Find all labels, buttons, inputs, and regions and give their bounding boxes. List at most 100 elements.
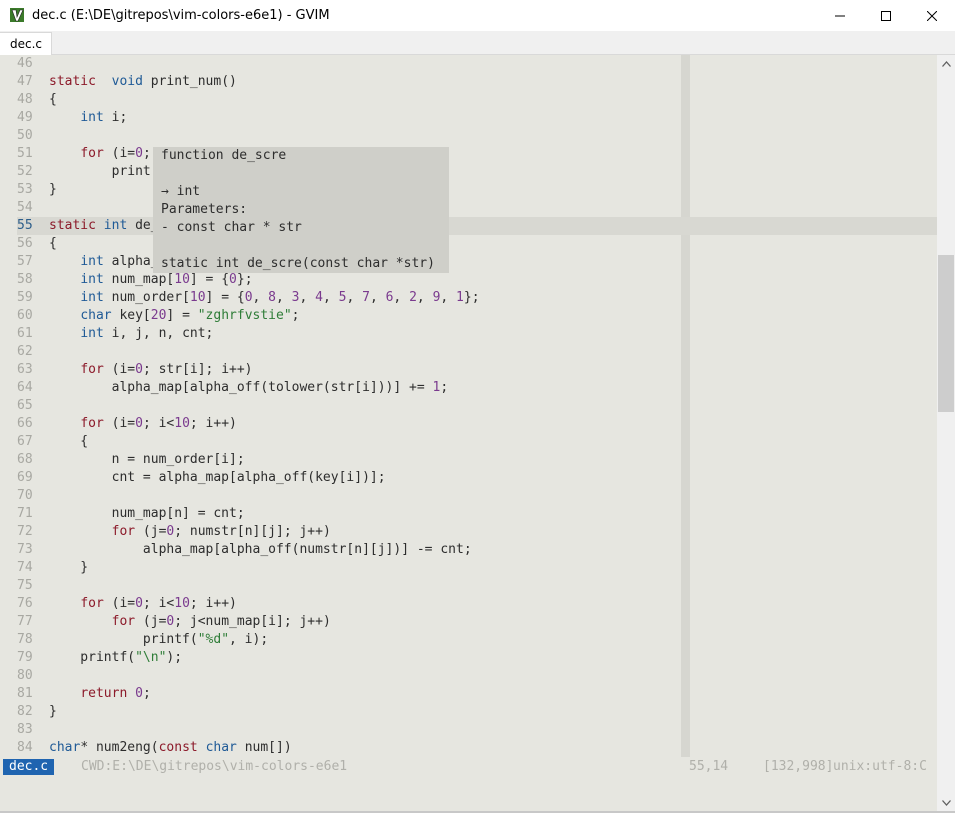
- code-line[interactable]: 69 cnt = alpha_map[alpha_off(key[i])];: [17, 469, 480, 487]
- code-token: ; i<: [142, 596, 175, 611]
- code-token: printf(: [49, 632, 198, 647]
- code-token: static: [49, 74, 96, 89]
- code-token: static: [49, 218, 96, 233]
- popup-line: [161, 165, 449, 183]
- line-number: 77: [17, 614, 33, 629]
- code-line[interactable]: 82}: [17, 703, 480, 721]
- popup-line: function de_scre: [161, 148, 287, 163]
- code-line[interactable]: 48 {: [17, 91, 480, 109]
- line-number: 56: [17, 236, 33, 251]
- code-token: {: [49, 92, 57, 107]
- code-token: i;: [103, 110, 128, 125]
- code-token: ,: [346, 290, 363, 305]
- code-line[interactable]: 60 char key[20] = "zghrfvstie";: [17, 307, 480, 325]
- code-line[interactable]: 78 printf("%d", i);: [17, 631, 480, 649]
- code-line[interactable]: 47 static void print_num(): [17, 73, 480, 91]
- code-token: alpha_map[alpha_off(numstr[n][j])] -= cn…: [49, 542, 472, 557]
- code-line[interactable]: 68 n = num_order[i];: [17, 451, 480, 469]
- scroll-thumb[interactable]: [938, 255, 954, 412]
- code-token: ,: [416, 290, 433, 305]
- code-line[interactable]: 66 for (i=0; i<10; i++): [17, 415, 480, 433]
- code-token: return: [80, 686, 128, 701]
- code-line[interactable]: 83: [17, 721, 480, 739]
- line-number: 66: [17, 416, 33, 431]
- popup-line: static int de_scre(const char *str): [161, 256, 435, 271]
- code-token: const: [158, 740, 198, 755]
- code-token: 0: [135, 596, 143, 611]
- line-number: 64: [17, 380, 33, 395]
- title-bar: dec.c (E:\DE\gitrepos\vim-colors-e6e1) -…: [0, 0, 955, 31]
- vertical-scrollbar[interactable]: [937, 55, 955, 812]
- code-token: ,: [393, 290, 410, 305]
- popup-line: Parameters:: [161, 202, 248, 217]
- minimize-button[interactable]: [817, 0, 863, 31]
- code-line[interactable]: 73 alpha_map[alpha_off(numstr[n][j])] -=…: [17, 541, 480, 559]
- code-token: print: [49, 164, 151, 179]
- code-token: (j=: [135, 524, 167, 539]
- code-line[interactable]: 71 num_map[n] = cnt;: [17, 505, 480, 523]
- code-line[interactable]: 50: [17, 127, 480, 145]
- code-line[interactable]: 81 return 0;: [17, 685, 480, 703]
- line-number: 46: [17, 56, 33, 71]
- code-token: 1: [456, 290, 464, 305]
- close-icon: [927, 10, 937, 21]
- line-number: 69: [17, 470, 33, 485]
- code-line[interactable]: 64 alpha_map[alpha_off(tolower(str[i]))]…: [17, 379, 480, 397]
- code-line[interactable]: 72 for (j=0; numstr[n][j]; j++): [17, 523, 480, 541]
- code-line[interactable]: 65: [17, 397, 480, 415]
- line-number: 53: [17, 182, 33, 197]
- code-token: num_map[n] = cnt;: [49, 506, 245, 521]
- line-number: 80: [17, 668, 33, 683]
- code-line[interactable]: 80: [17, 667, 480, 685]
- code-token: "%d": [197, 632, 230, 647]
- code-line[interactable]: 67 {: [17, 433, 480, 451]
- code-line[interactable]: 61 int i, j, n, cnt;: [17, 325, 480, 343]
- line-number: 73: [17, 542, 33, 557]
- code-token: 8: [268, 290, 276, 305]
- maximize-button[interactable]: [863, 0, 909, 31]
- status-cwd: CWD:E:\DE\gitrepos\vim-colors-e6e1: [81, 759, 348, 774]
- code-line[interactable]: 58 int num_map[10] = {0};: [17, 271, 480, 289]
- code-line[interactable]: 63 for (i=0; str[i]; i++): [17, 361, 480, 379]
- code-line[interactable]: 70: [17, 487, 480, 505]
- code-token: (j=: [135, 614, 167, 629]
- close-button[interactable]: [909, 0, 955, 31]
- scroll-up-button[interactable]: [937, 55, 955, 73]
- gvim-icon: [10, 8, 24, 22]
- line-number: 49: [17, 110, 33, 125]
- code-token: ; i++): [189, 596, 237, 611]
- code-line[interactable]: 62: [17, 343, 480, 361]
- code-token: i, j, n, cnt;: [103, 326, 214, 341]
- code-token: ; str[i]; i++): [142, 362, 253, 377]
- tab-dec-c[interactable]: dec.c: [0, 32, 52, 55]
- code-token: 0: [244, 290, 253, 305]
- code-token: key[: [111, 308, 151, 323]
- line-number: 47: [17, 74, 33, 89]
- status-count: [132,998]: [763, 759, 834, 774]
- code-line[interactable]: 84 char* num2eng(const char num[]): [17, 739, 480, 757]
- code-token: ] = {: [205, 290, 245, 305]
- line-number: 75: [17, 578, 33, 593]
- code-token: int: [80, 326, 104, 341]
- scroll-down-button[interactable]: [937, 794, 955, 812]
- code-line[interactable]: 79 printf("\n");: [17, 649, 480, 667]
- code-line[interactable]: 74 }: [17, 559, 480, 577]
- code-token: "zghrfvstie": [197, 308, 292, 323]
- code-token: {: [49, 434, 89, 449]
- code-token: for: [111, 614, 136, 629]
- command-line[interactable]: [0, 777, 937, 813]
- code-line[interactable]: 49 int i;: [17, 109, 480, 127]
- code-line[interactable]: 76 for (i=0; i<10; i++): [17, 595, 480, 613]
- code-line[interactable]: 75: [17, 577, 480, 595]
- code-line[interactable]: 59 int num_order[10] = {0, 8, 3, 4, 5, 7…: [17, 289, 480, 307]
- editor-area[interactable]: 46 47 static void print_num() 48{49 int i; 5…: [0, 55, 937, 757]
- code-line[interactable]: 77 for (j=0; j<num_map[i]; j++): [17, 613, 480, 631]
- code-token: ,: [299, 290, 316, 305]
- code-line[interactable]: 46: [17, 55, 480, 73]
- code-token: ; numstr[n][j]; j++): [174, 524, 331, 539]
- code-token: 10: [174, 416, 190, 431]
